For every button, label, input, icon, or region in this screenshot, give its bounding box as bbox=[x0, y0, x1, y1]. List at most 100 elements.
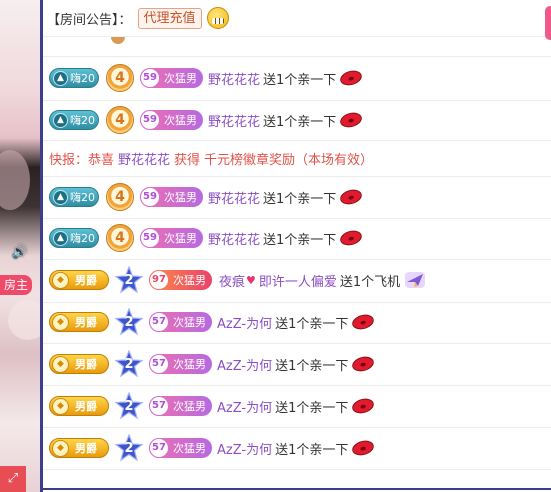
gift-action-text: 送1个飞机 bbox=[339, 274, 401, 290]
noble-icon: ◆ bbox=[52, 439, 69, 457]
lips-gift-icon bbox=[350, 438, 376, 458]
divider bbox=[43, 343, 551, 344]
lips-gift-icon bbox=[350, 396, 376, 416]
list-item: ▲ 嗨20 4 59 次猛男 野花花花 送1个亲一下 bbox=[49, 179, 364, 215]
username[interactable]: 夜痕 bbox=[219, 271, 245, 290]
username[interactable]: 野花花花 bbox=[208, 188, 260, 207]
level-star-badge: 2 bbox=[115, 308, 143, 336]
flash-news: 快报：恭喜 野花花花 获得 千元榜徽章奖励（本场有效） bbox=[49, 148, 373, 168]
noble-badge: ◆ 男爵 bbox=[49, 354, 109, 374]
room-notice-bar: 【房间公告】： 代理充值 bbox=[43, 0, 551, 37]
rank-badge: 59 次猛男 bbox=[140, 110, 203, 130]
flash-middle: 获得 bbox=[174, 152, 201, 168]
fan-club-icon: ▲ bbox=[53, 189, 68, 205]
panel-bottom-border bbox=[43, 488, 551, 490]
lips-gift-icon bbox=[350, 312, 376, 332]
side-toggle-button[interactable] bbox=[545, 6, 551, 40]
noble-badge: ◆ 男爵 bbox=[49, 270, 109, 290]
list-item: ▲ 嗨20 4 59 次猛男 野花花花 送1个亲一下 bbox=[49, 102, 364, 138]
divider bbox=[43, 469, 551, 470]
flash-username[interactable]: 野花花花 bbox=[118, 149, 170, 168]
username[interactable]: AzZ-为何 bbox=[217, 355, 272, 374]
plane-gift-icon bbox=[405, 272, 426, 288]
gift-action-text: 送1个亲一下 bbox=[263, 191, 337, 207]
fan-club-icon: ▲ bbox=[53, 230, 68, 246]
noble-icon: ◆ bbox=[52, 313, 69, 331]
fan-badge: ▲ 嗨20 bbox=[49, 228, 99, 248]
divider bbox=[43, 100, 551, 101]
grin-emoji-icon bbox=[206, 7, 229, 29]
lips-gift-icon bbox=[338, 228, 364, 248]
noble-icon: ◆ bbox=[52, 397, 69, 415]
stream-video-strip: 🔊 房主 ⤢ bbox=[0, 0, 40, 492]
speaker-icon[interactable]: 🔊 bbox=[11, 244, 29, 262]
gift-action-text: 送1个亲一下 bbox=[275, 442, 349, 458]
gift-action-text: 送1个亲一下 bbox=[275, 400, 349, 416]
list-item: ◆ 男爵 2 57 次猛男 AzZ-为何 送1个亲一下 bbox=[49, 430, 376, 466]
divider bbox=[43, 176, 551, 177]
rank-badge: 59 次猛男 bbox=[140, 187, 203, 207]
video-blur bbox=[8, 300, 40, 340]
rank-badge: 57 次猛男 bbox=[149, 312, 212, 332]
fan-club-icon: ▲ bbox=[53, 70, 68, 86]
level-badge: 4 bbox=[106, 106, 134, 134]
noble-icon: ◆ bbox=[52, 271, 69, 289]
level-badge: 4 bbox=[106, 64, 134, 92]
fan-badge: ▲ 嗨20 bbox=[49, 68, 99, 88]
divider bbox=[43, 385, 551, 386]
lips-gift-icon bbox=[338, 187, 364, 207]
level-badge-icon bbox=[111, 36, 125, 44]
level-badge: 4 bbox=[106, 183, 134, 211]
username-suffix: 即许一人偏爱 bbox=[258, 274, 337, 290]
fan-badge: ▲ 嗨20 bbox=[49, 187, 99, 207]
list-item: ◆ 男爵 2 97 次猛男 夜痕 ♥ 即许一人偏爱 送1个飞机 bbox=[49, 262, 426, 298]
video-blur bbox=[0, 150, 30, 210]
fan-badge: ▲ 嗨20 bbox=[49, 110, 99, 130]
lips-gift-icon bbox=[350, 354, 376, 374]
noble-badge: ◆ 男爵 bbox=[49, 396, 109, 416]
host-badge: 房主 bbox=[0, 275, 32, 295]
gift-action-text: 送1个亲一下 bbox=[263, 232, 337, 248]
divider bbox=[43, 140, 551, 141]
level-star-badge: 2 bbox=[115, 392, 143, 420]
flash-prefix: 快报：恭喜 bbox=[49, 152, 115, 168]
rank-badge: 57 次猛男 bbox=[149, 438, 212, 458]
flash-reward: 千元榜徽章奖励（本场有效） bbox=[204, 152, 374, 168]
username[interactable]: AzZ-为何 bbox=[217, 397, 272, 416]
level-star-badge: 2 bbox=[115, 350, 143, 378]
chat-panel: 【房间公告】： 代理充值 ▲ 嗨20 4 59 次猛男 野花花花 送1个亲一下 ▲ 嗨… bbox=[40, 0, 551, 492]
username[interactable]: AzZ-为何 bbox=[217, 439, 272, 458]
rank-badge: 59 次猛男 bbox=[140, 68, 203, 88]
list-item: ▲ 嗨20 4 59 次猛男 野花花花 送1个亲一下 bbox=[49, 220, 364, 256]
room-notice-label: 【房间公告】： bbox=[47, 12, 132, 28]
agent-recharge-tag[interactable]: 代理充值 bbox=[137, 7, 202, 29]
username[interactable]: 野花花花 bbox=[208, 229, 260, 248]
gift-action-text: 送1个亲一下 bbox=[263, 72, 337, 88]
divider bbox=[43, 259, 551, 260]
noble-badge: ◆ 男爵 bbox=[49, 438, 109, 458]
gift-action-text: 送1个亲一下 bbox=[263, 114, 337, 130]
username[interactable]: 野花花花 bbox=[208, 111, 260, 130]
gift-action-text: 送1个亲一下 bbox=[275, 316, 349, 332]
list-item: ▲ 嗨20 4 59 次猛男 野花花花 送1个亲一下 bbox=[49, 60, 364, 96]
divider bbox=[43, 427, 551, 428]
expand-icon[interactable]: ⤢ bbox=[0, 466, 26, 492]
level-star-badge: 2 bbox=[115, 266, 143, 294]
gift-action-text: 送1个亲一下 bbox=[275, 358, 349, 374]
list-item: ◆ 男爵 2 57 次猛男 AzZ-为何 送1个亲一下 bbox=[49, 346, 376, 382]
list-item: ◆ 男爵 2 57 次猛男 AzZ-为何 送1个亲一下 bbox=[49, 304, 376, 340]
divider bbox=[43, 302, 551, 303]
username[interactable]: 野花花花 bbox=[208, 69, 260, 88]
divider bbox=[43, 56, 551, 57]
level-star-badge: 2 bbox=[115, 434, 143, 462]
noble-icon: ◆ bbox=[52, 355, 69, 373]
rank-badge: 97 次猛男 bbox=[149, 270, 212, 290]
heart-icon: ♥ bbox=[246, 273, 256, 287]
level-badge: 4 bbox=[106, 224, 134, 252]
username[interactable]: AzZ-为何 bbox=[217, 313, 272, 332]
lips-gift-icon bbox=[338, 68, 364, 88]
divider bbox=[43, 218, 551, 219]
fan-club-icon: ▲ bbox=[53, 112, 68, 128]
rank-badge: 59 次猛男 bbox=[140, 228, 203, 248]
rank-badge: 57 次猛男 bbox=[149, 396, 212, 416]
